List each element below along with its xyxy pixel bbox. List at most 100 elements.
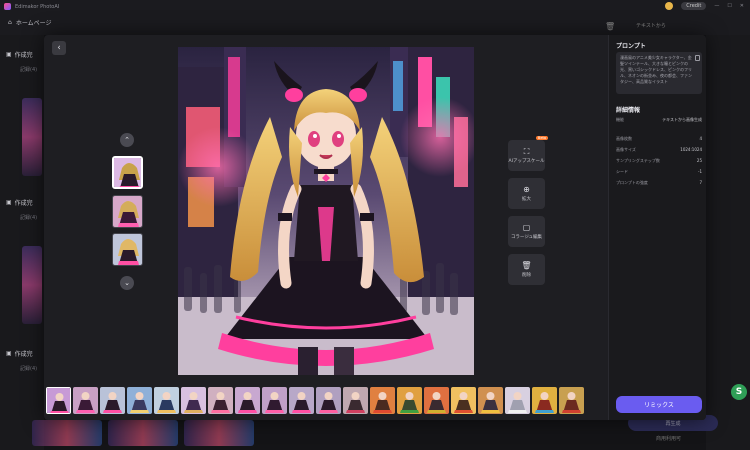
copy-icon[interactable] (695, 55, 700, 61)
detail-row: 画像枚数 4 (616, 136, 702, 141)
filmstrip-thumb[interactable] (127, 387, 152, 414)
variant-thumb[interactable] (112, 233, 143, 266)
detail-row: シード -1 (616, 169, 702, 174)
filmstrip-thumb-image (73, 387, 98, 414)
upscale-icon: ⛶ (523, 147, 530, 156)
details-title: 詳細情報 (616, 107, 641, 114)
filmstrip-thumb-image (397, 387, 422, 414)
history-sub: 記録(4) (20, 215, 38, 221)
filmstrip-thumb[interactable] (451, 387, 476, 414)
credits-badge[interactable]: Credit (681, 2, 707, 10)
history-section[interactable]: ▣ 作成完 (6, 198, 33, 207)
trash-icon[interactable]: 🗑 (605, 22, 615, 31)
collage-icon: ▢ (522, 223, 531, 232)
filmstrip-thumb-image (532, 387, 557, 414)
detail-row: プロンプトの強度 7 (616, 180, 702, 185)
folder-icon: ▣ (6, 51, 12, 58)
filmstrip-thumb[interactable] (208, 387, 233, 414)
scroll-down-arrow-icon[interactable]: ⌄ (120, 276, 134, 290)
bg-mode-label: テキストから (636, 23, 666, 29)
filmstrip-thumb[interactable] (424, 387, 449, 414)
filmstrip-thumb[interactable] (505, 387, 530, 414)
enlarge-button[interactable]: ⊕ 拡大 (508, 178, 545, 209)
prompt-text-box[interactable]: 漫画風のアニメ美少女キャラクター、金髪ツインテール、大きな瞳とピンクの光、黒いゴ… (616, 52, 702, 94)
prompt-title: プロンプト (616, 43, 646, 50)
app-title: Edimakor PhotoAI (15, 3, 60, 10)
history-thumb[interactable] (22, 98, 42, 176)
help-chat-icon[interactable]: S (731, 384, 747, 400)
image-viewer-modal: ‹ ⌃ ⌄ Beta ⛶ AIアップスケール ⊕ 拡大 ▢ コラージュ編集 🗑 … (44, 35, 706, 420)
filmstrip-thumb[interactable] (181, 387, 206, 414)
filmstrip-thumb[interactable] (100, 387, 125, 414)
home-label: ホームページ (15, 20, 52, 27)
background-thumbs (32, 420, 254, 446)
filmstrip-thumb-image (289, 387, 314, 414)
upscale-label: AIアップスケール (508, 159, 545, 164)
filmstrip-thumb-image (127, 387, 152, 414)
detail-row: 機能 テキストから画像生成 (616, 117, 702, 122)
details-panel: プロンプト 漫画風のアニメ美少女キャラクター、金髪ツインテール、大きな瞳とピンク… (608, 35, 706, 420)
filmstrip-thumb[interactable] (73, 387, 98, 414)
close-icon[interactable]: ✕ (740, 3, 744, 9)
collage-edit-button[interactable]: ▢ コラージュ編集 (508, 216, 545, 247)
detail-row: 画像サイズ 1024:1024 (616, 147, 702, 152)
delete-button[interactable]: 🗑 削除 (508, 254, 545, 285)
filmstrip-thumb[interactable] (397, 387, 422, 414)
delete-label: 削除 (522, 273, 531, 278)
filmstrip-thumb[interactable] (46, 387, 71, 414)
variant-thumb-image (113, 234, 142, 265)
filmstrip-thumb-image (451, 387, 476, 414)
filmstrip-thumb-image (100, 387, 125, 414)
filmstrip-thumb[interactable] (559, 387, 584, 414)
minimize-icon[interactable]: — (714, 3, 719, 9)
filmstrip-thumb-image (559, 387, 584, 414)
coin-icon (665, 2, 674, 10)
filmstrip-thumb[interactable] (478, 387, 503, 414)
beta-badge: Beta (535, 136, 548, 140)
history-section[interactable]: ▣ 作成完 (6, 50, 33, 59)
filmstrip-thumb[interactable] (532, 387, 557, 414)
ai-upscale-button[interactable]: Beta ⛶ AIアップスケール (508, 136, 548, 171)
filmstrip-thumb[interactable] (154, 387, 179, 414)
bg-thumb[interactable] (32, 420, 102, 446)
filmstrip-thumb-image (343, 387, 368, 414)
variant-thumb-image (114, 158, 141, 187)
history-section[interactable]: ▣ 作成完 (6, 349, 33, 358)
maximize-icon[interactable]: ☐ (727, 3, 731, 9)
folder-icon: ▣ (6, 350, 12, 357)
enlarge-label: 拡大 (522, 197, 531, 202)
variant-thumb[interactable] (112, 156, 143, 189)
history-sub: 記録(4) (20, 366, 38, 372)
filmstrip-thumb[interactable] (316, 387, 341, 414)
filmstrip-thumb-image (262, 387, 287, 414)
zoom-icon: ⊕ (523, 185, 530, 194)
bg-thumb[interactable] (184, 420, 254, 446)
history-thumb[interactable] (22, 246, 42, 324)
history-sub: 記録(4) (20, 67, 38, 73)
filmstrip-thumb-image (370, 387, 395, 414)
filmstrip-thumb[interactable] (262, 387, 287, 414)
app-window: Edimakor PhotoAI Credit — ☐ ✕ ⌂ ホームページ テ… (0, 0, 750, 450)
filmstrip-thumb-image (47, 388, 70, 413)
folder-icon: ▣ (6, 199, 12, 206)
home-link[interactable]: ⌂ ホームページ (8, 18, 52, 27)
app-logo-icon (4, 3, 11, 10)
filmstrip-thumb[interactable] (289, 387, 314, 414)
back-button[interactable]: ‹ (52, 41, 66, 55)
scroll-up-arrow-icon[interactable]: ⌃ (120, 133, 134, 147)
filmstrip-thumb[interactable] (343, 387, 368, 414)
filmstrip-thumb[interactable] (235, 387, 260, 414)
main-generated-image (178, 47, 474, 375)
variant-thumb[interactable] (112, 195, 143, 228)
filmstrip-thumb-image (316, 387, 341, 414)
filmstrip-thumb-image (505, 387, 530, 414)
history-filmstrip (46, 387, 584, 415)
filmstrip-thumb-image (181, 387, 206, 414)
filmstrip-thumb-image (478, 387, 503, 414)
anime-girl-illustration (178, 47, 474, 375)
collage-label: コラージュ編集 (510, 235, 543, 240)
filmstrip-thumb-image (235, 387, 260, 414)
bg-thumb[interactable] (108, 420, 178, 446)
remix-button[interactable]: リミックス (616, 396, 702, 413)
filmstrip-thumb[interactable] (370, 387, 395, 414)
